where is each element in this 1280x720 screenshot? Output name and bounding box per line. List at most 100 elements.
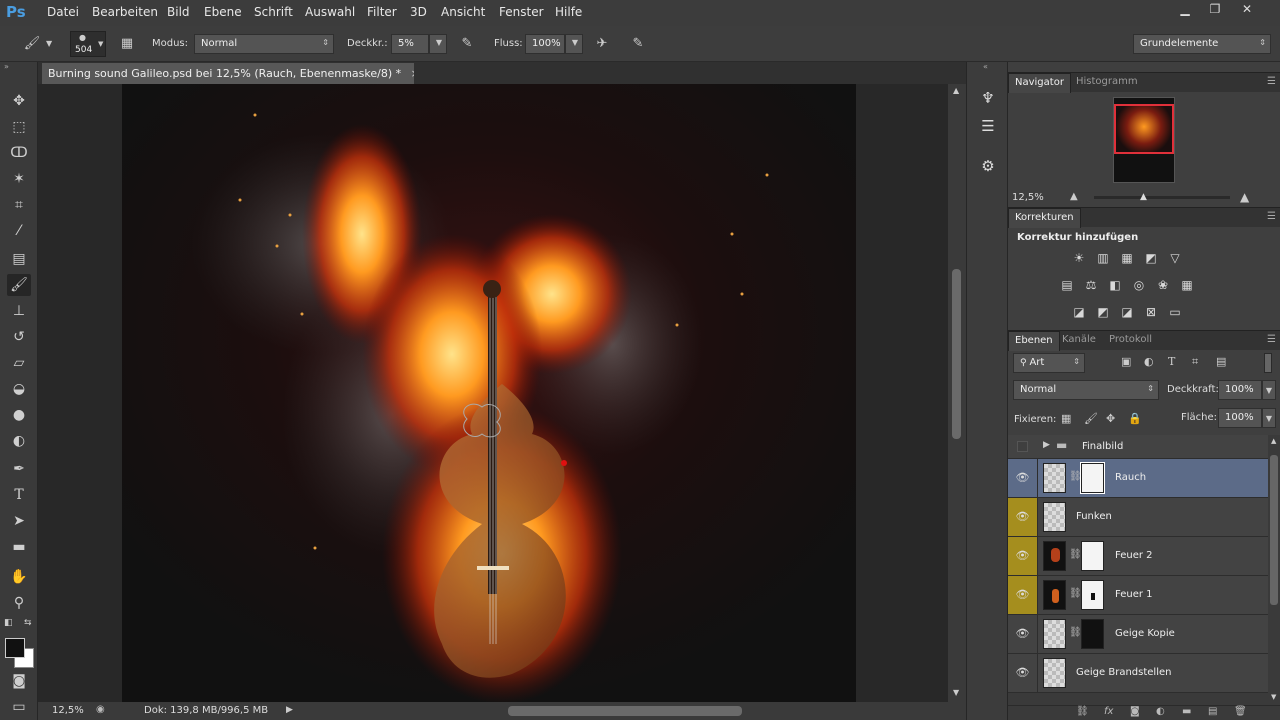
tab-korrekturen[interactable]: Korrekturen xyxy=(1008,208,1081,228)
flow-dropdown[interactable]: ▼ xyxy=(565,34,583,54)
scroll-down-icon[interactable]: ▼ xyxy=(1271,693,1276,701)
healing-brush-tool-icon[interactable]: ▤ xyxy=(7,248,31,270)
layer-row[interactable]: 👁 Geige Brandstellen xyxy=(1008,654,1268,693)
lock-position-icon[interactable]: ✥ xyxy=(1106,412,1115,425)
layer-mask-thumbnail[interactable] xyxy=(1080,462,1105,494)
brush-settings-icon[interactable]: ☰ xyxy=(976,114,1000,138)
filter-smartobject-icon[interactable]: ▤ xyxy=(1216,355,1226,368)
menu-ebene[interactable]: Ebene xyxy=(204,5,242,19)
layer-fill-dropdown[interactable]: ▼ xyxy=(1262,408,1276,428)
status-menu-arrow-icon[interactable]: ▶ xyxy=(286,705,293,715)
zoom-slider-thumb[interactable]: ▲ xyxy=(1140,192,1147,202)
zoom-out-icon[interactable]: ▲ xyxy=(1070,191,1078,202)
brush-presets-icon[interactable]: ♆ xyxy=(976,86,1000,110)
levels-icon[interactable]: ▥ xyxy=(1094,250,1112,266)
menu-schrift[interactable]: Schrift xyxy=(254,5,293,19)
clone-source-icon[interactable]: ⚙ xyxy=(976,154,1000,178)
layer-mask-thumbnail[interactable] xyxy=(1081,619,1104,649)
tab-protokoll[interactable]: Protokoll xyxy=(1109,334,1152,345)
link-chain-icon[interactable]: ⛓ xyxy=(1069,627,1082,638)
filter-pixel-icon[interactable]: ▣ xyxy=(1121,355,1131,368)
link-chain-icon[interactable]: ⛓ xyxy=(1069,549,1082,560)
eye-icon[interactable]: 👁 xyxy=(1008,576,1038,614)
hue-saturation-icon[interactable]: ▤ xyxy=(1058,277,1076,293)
layer-row[interactable]: 👁 Funken xyxy=(1008,498,1268,537)
brush-tool-icon[interactable]: 🖌 xyxy=(7,274,31,296)
link-chain-icon[interactable]: ⛓ xyxy=(1069,588,1082,599)
layer-mask-thumbnail[interactable] xyxy=(1081,580,1104,610)
lock-pixels-icon[interactable]: 🖌 xyxy=(1084,412,1098,425)
close-window-icon[interactable]: ✕ xyxy=(1234,2,1260,18)
new-layer-icon[interactable]: ▤ xyxy=(1208,706,1217,717)
curves-icon[interactable]: ▦ xyxy=(1118,250,1136,266)
panel-menu-icon[interactable]: ☰ xyxy=(1267,211,1276,222)
canvas-area[interactable] xyxy=(38,84,948,702)
tab-navigator[interactable]: Navigator xyxy=(1008,73,1071,93)
navigator-view-box[interactable] xyxy=(1114,104,1174,154)
document-tab[interactable]: Burning sound Galileo.psd bei 12,5% (Rau… xyxy=(42,63,414,84)
marquee-tool-icon[interactable]: ⬚ xyxy=(7,116,31,138)
tab-ebenen[interactable]: Ebenen xyxy=(1008,331,1060,351)
crop-tool-icon[interactable]: ⌗ xyxy=(7,194,31,216)
menu-datei[interactable]: Datei xyxy=(47,5,79,19)
magic-wand-tool-icon[interactable]: ✶ xyxy=(7,168,31,190)
layer-filter-select[interactable]: ⚲ Art ⇕ xyxy=(1013,353,1085,373)
menu-filter[interactable]: Filter xyxy=(367,5,397,19)
trash-icon[interactable]: 🗑 xyxy=(1234,706,1247,717)
layer-thumbnail[interactable] xyxy=(1043,580,1066,610)
selective-color-icon[interactable]: ⊠ xyxy=(1142,304,1160,320)
photo-filter-icon[interactable]: ◎ xyxy=(1130,277,1148,293)
link-layers-icon[interactable]: ⛓ xyxy=(1076,706,1089,717)
fx-icon[interactable]: fx xyxy=(1104,706,1113,717)
eye-icon[interactable]: 👁 xyxy=(1008,537,1038,575)
threshold-icon[interactable]: ◪ xyxy=(1118,304,1136,320)
vertical-scrollbar[interactable]: ▲ ▼ xyxy=(948,84,966,702)
zoom-level[interactable]: 12,5% xyxy=(52,705,84,716)
blend-mode-select[interactable]: Normal ⇕ xyxy=(194,34,334,54)
layer-mask-thumbnail[interactable] xyxy=(1081,541,1104,571)
menu-fenster[interactable]: Fenster xyxy=(499,5,544,19)
collapse-icon[interactable]: « xyxy=(983,62,988,71)
filter-type-icon[interactable]: T xyxy=(1168,355,1175,368)
horizontal-scroll-thumb[interactable] xyxy=(508,706,742,716)
layer-thumbnail[interactable] xyxy=(1043,541,1066,571)
navigator-zoom[interactable]: 12,5% xyxy=(1012,192,1044,203)
panel-menu-icon[interactable]: ☰ xyxy=(1267,334,1276,345)
scroll-up-icon[interactable]: ▲ xyxy=(953,86,959,95)
screen-mode-icon[interactable]: ▭ xyxy=(7,696,31,718)
color-balance-icon[interactable]: ⚖ xyxy=(1082,277,1100,293)
scroll-thumb[interactable] xyxy=(952,269,961,439)
exposure-icon[interactable]: ◩ xyxy=(1142,250,1160,266)
black-white-icon[interactable]: ◧ xyxy=(1106,277,1124,293)
default-colors-icon[interactable]: ◧ xyxy=(4,618,13,628)
zoom-in-icon[interactable]: ▲ xyxy=(1240,190,1249,204)
eye-icon[interactable]: 👁 xyxy=(1008,459,1038,497)
menu-3d[interactable]: 3D xyxy=(410,5,427,19)
move-tool-icon[interactable]: ✥ xyxy=(7,90,31,112)
menu-hilfe[interactable]: Hilfe xyxy=(555,5,582,19)
tool-preset-arrow-icon[interactable]: ▼ xyxy=(46,39,52,48)
blur-tool-icon[interactable]: ● xyxy=(7,404,31,426)
expand-arrow-icon[interactable]: ▶ xyxy=(1043,440,1050,450)
menu-ansicht[interactable]: Ansicht xyxy=(441,5,485,19)
color-lookup-icon[interactable]: ▦ xyxy=(1178,277,1196,293)
workspace-select[interactable]: Grundelemente ⇕ xyxy=(1133,34,1271,54)
pen-tool-icon[interactable]: ✒ xyxy=(7,458,31,480)
layers-scrollbar[interactable]: ▲ ▼ xyxy=(1268,435,1280,705)
zoom-tool-icon[interactable]: ⚲ xyxy=(7,592,31,614)
menu-bild[interactable]: Bild xyxy=(167,5,190,19)
share-icon[interactable]: ◉ xyxy=(96,704,105,715)
new-group-icon[interactable]: ▬ xyxy=(1182,706,1191,717)
channel-mixer-icon[interactable]: ❀ xyxy=(1154,277,1172,293)
eraser-tool-icon[interactable]: ▱ xyxy=(7,352,31,374)
layer-opacity-input[interactable]: 100% xyxy=(1218,380,1262,400)
layer-opacity-dropdown[interactable]: ▼ xyxy=(1262,380,1276,400)
lasso-tool-icon[interactable]: ↀ xyxy=(7,142,31,164)
history-brush-tool-icon[interactable]: ↺ xyxy=(7,326,31,348)
layer-thumbnail[interactable] xyxy=(1043,463,1066,493)
posterize-icon[interactable]: ◩ xyxy=(1094,304,1112,320)
pressure-size-icon[interactable]: ✎ xyxy=(628,34,648,54)
menu-bearbeiten[interactable]: Bearbeiten xyxy=(92,5,158,19)
airbrush-icon[interactable]: ✈ xyxy=(592,34,612,54)
lock-all-icon[interactable]: 🔒 xyxy=(1128,412,1142,425)
